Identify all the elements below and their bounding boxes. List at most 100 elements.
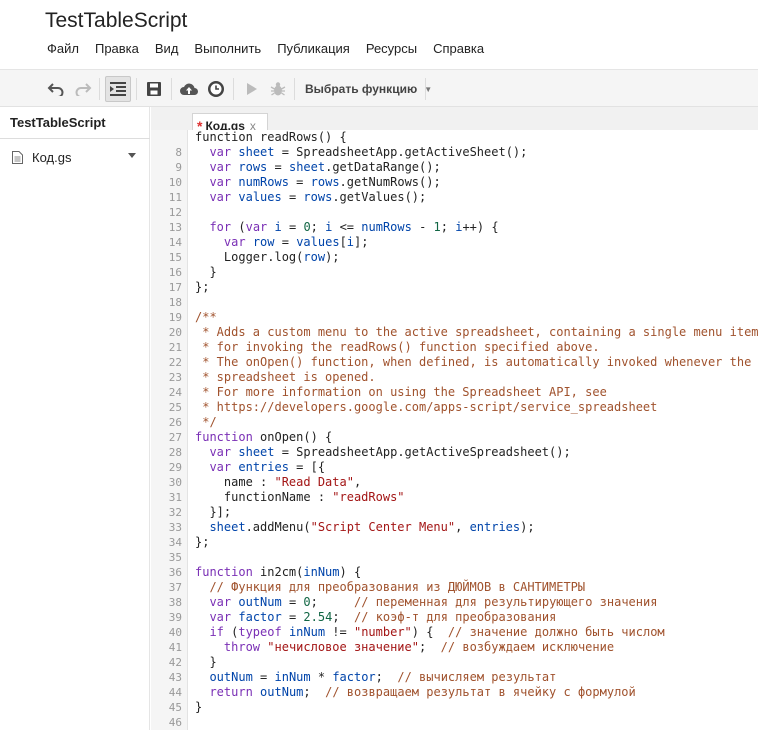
code-editor[interactable]: function readRows() {8 var sheet = Sprea… <box>151 130 758 730</box>
code-line: var entries = [{ <box>195 460 325 475</box>
code-token: throw <box>223 640 261 654</box>
line-number: 25 <box>168 401 182 414</box>
code-token: .getValues(); <box>332 190 427 204</box>
cloud-upload-icon[interactable] <box>176 76 202 102</box>
code-token: ( <box>223 625 239 639</box>
code-token: // вычисляем результат <box>397 670 557 684</box>
code-token: .addMenu( <box>245 520 311 534</box>
save-icon[interactable] <box>141 76 167 102</box>
undo-icon[interactable] <box>43 76 69 102</box>
code-line: var factor = 2.54; // коэф-т для преобра… <box>195 610 556 625</box>
line-number: 18 <box>168 296 182 309</box>
code-token: 0 <box>303 595 311 609</box>
menu-help[interactable]: Справка <box>433 41 484 56</box>
clock-trigger-icon[interactable] <box>203 76 229 102</box>
code-token: Logger.log( <box>195 250 304 264</box>
code-token: - <box>411 220 434 234</box>
code-token: .getDataRange(); <box>325 160 441 174</box>
code-line: if (typeof inNum != "number") { // значе… <box>195 625 664 640</box>
code-token: ; <box>310 595 355 609</box>
code-line: name : "Read Data", <box>195 475 361 490</box>
line-number: 16 <box>168 266 182 279</box>
code-token: "Read Data" <box>274 475 354 489</box>
code-token: // возбуждаем исключение <box>440 640 615 654</box>
code-token: for <box>209 220 232 234</box>
menu-publish[interactable]: Публикация <box>277 41 350 56</box>
run-icon[interactable] <box>239 76 265 102</box>
line-number: 39 <box>168 611 182 624</box>
code-line: Logger.log(row); <box>195 250 340 265</box>
line-number <box>151 130 182 145</box>
code-token: var <box>245 220 268 234</box>
code-token: } <box>195 655 217 669</box>
code-token: = <box>288 175 311 189</box>
code-line: } <box>195 655 217 670</box>
debug-icon[interactable] <box>265 76 291 102</box>
toolbar-divider <box>136 78 137 100</box>
code-line: }]; <box>195 505 231 520</box>
code-line: } <box>195 700 202 715</box>
code-token: = <box>281 220 304 234</box>
code-token: 2.54 <box>303 610 333 624</box>
code-token: "Script Center Menu" <box>310 520 456 534</box>
code-token: } <box>195 700 203 714</box>
code-token: inNum <box>288 625 326 639</box>
code-token: ; <box>310 220 326 234</box>
code-token: ; <box>375 670 398 684</box>
line-number: 15 <box>168 251 182 264</box>
code-token: * The onOpen() function, when defined, i… <box>195 355 752 369</box>
code-token: ) { <box>339 565 362 579</box>
code-token: * Adds a custom menu to the active sprea… <box>195 325 758 339</box>
toolbar: Выбрать функцию ▼ <box>0 69 758 107</box>
code-token: = <box>281 610 304 624</box>
code-token: rows <box>310 175 340 189</box>
code-line: var sheet = SpreadsheetApp.getActiveShee… <box>195 145 527 160</box>
menu-view[interactable]: Вид <box>155 41 179 56</box>
code-token: var <box>209 610 232 624</box>
code-token: // коэф-т для преобразования <box>354 610 557 624</box>
line-number: 32 <box>168 506 182 519</box>
code-token: <= <box>332 220 362 234</box>
code-token: i <box>346 235 355 249</box>
chevron-down-icon[interactable] <box>128 153 136 158</box>
menu-resources[interactable]: Ресурсы <box>366 41 417 56</box>
code-token: * spreadsheet is opened. <box>195 370 376 384</box>
code-line: var rows = sheet.getDataRange(); <box>195 160 441 175</box>
indent-icon[interactable] <box>105 76 131 102</box>
code-line: // Функция для преобразования из ДЮЙМОВ … <box>195 580 585 595</box>
code-token: = SpreadsheetApp.getActiveSheet(); <box>274 145 528 159</box>
menu-run[interactable]: Выполнить <box>194 41 261 56</box>
menu-edit[interactable]: Правка <box>95 41 139 56</box>
redo-icon[interactable] <box>70 76 96 102</box>
code-token: function readRows() { <box>195 130 347 144</box>
code-token: "нечисловое значение" <box>267 640 419 654</box>
menu-bar: Файл Правка Вид Выполнить Публикация Рес… <box>47 41 500 56</box>
line-number: 10 <box>168 176 182 189</box>
file-icon <box>12 150 23 164</box>
file-item[interactable]: Код.gs <box>12 148 140 166</box>
code-token: ; <box>303 685 326 699</box>
function-select[interactable]: Выбрать функцию ▼ <box>298 76 439 102</box>
line-number: 45 <box>168 701 182 714</box>
code-line: sheet.addMenu("Script Center Menu", entr… <box>195 520 534 535</box>
toolbar-divider <box>425 78 426 100</box>
code-line: }; <box>195 535 209 550</box>
app-title[interactable]: TestTableScript <box>45 9 187 33</box>
code-token: ); <box>325 250 340 264</box>
code-token: var <box>209 190 232 204</box>
code-line: } <box>195 265 216 280</box>
line-number: 29 <box>168 461 182 474</box>
code-token: var <box>209 460 232 474</box>
code-token: // переменная для результирующего значен… <box>354 595 658 609</box>
code-line: /** <box>195 310 217 325</box>
menu-file[interactable]: Файл <box>47 41 79 56</box>
code-token: in2cm( <box>252 565 304 579</box>
code-line: }; <box>195 280 209 295</box>
code-token: var <box>209 175 232 189</box>
